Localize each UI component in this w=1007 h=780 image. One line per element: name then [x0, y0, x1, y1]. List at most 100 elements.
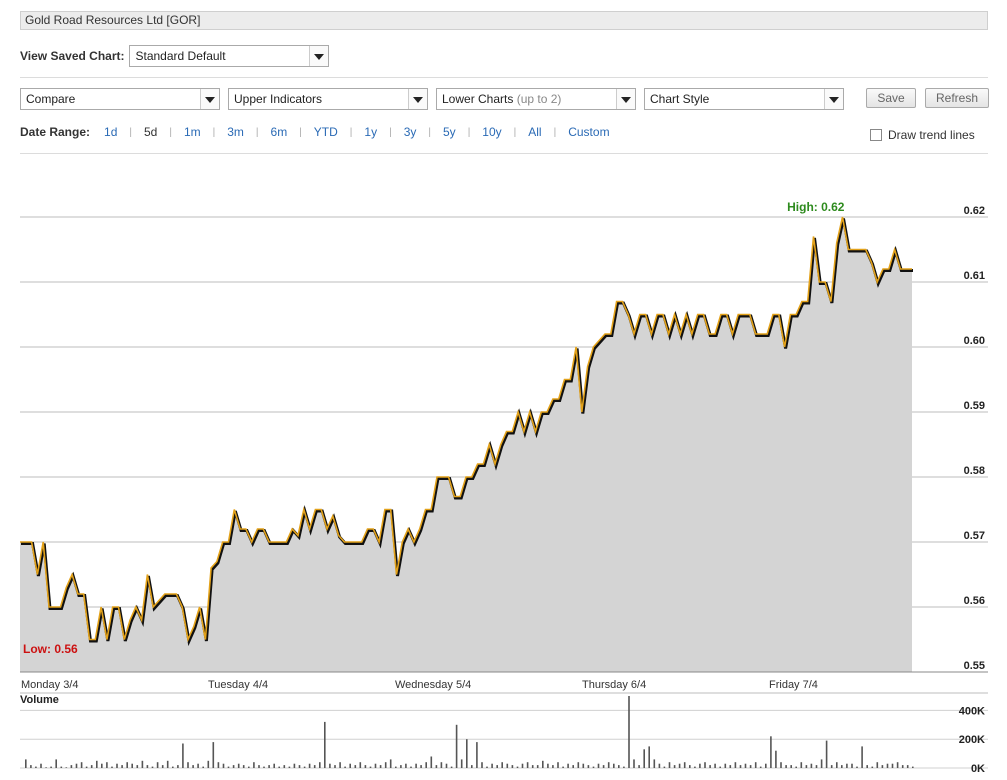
price-chart[interactable]: 0.62 0.61 0.60 0.59 0.58 0.57 0.56 0.55 Monday 3…: [0, 160, 1000, 780]
day-label: Wednesday 5/4: [395, 679, 471, 691]
volume-bar: [562, 766, 564, 768]
range-separator: |: [553, 126, 557, 138]
lower-charts-hint: (up to 2): [516, 92, 562, 106]
volume-bar: [785, 765, 787, 768]
instrument-title: Gold Road Resources Ltd [GOR]: [20, 11, 988, 30]
volume-bar: [749, 765, 752, 768]
range-option-all[interactable]: All: [528, 125, 541, 139]
volume-bar: [440, 762, 443, 768]
volume-bar: [866, 765, 868, 768]
volume-bar: [106, 762, 108, 768]
volume-bar: [364, 765, 367, 768]
range-separator: |: [299, 126, 302, 138]
volume-bar: [460, 759, 463, 768]
volume-bar: [379, 765, 382, 768]
volume-bar: [40, 763, 42, 768]
volume-bar: [602, 765, 605, 768]
volume-bar: [35, 766, 37, 768]
volume-bar: [648, 746, 650, 768]
save-button[interactable]: Save: [866, 88, 916, 108]
volume-bar: [714, 763, 716, 768]
volume-bar: [207, 760, 210, 768]
volume-bar: [846, 763, 848, 768]
volume-bar: [374, 763, 377, 768]
volume-bar: [455, 724, 458, 768]
volume-bar: [217, 762, 220, 768]
volume-bar: [161, 765, 164, 768]
volume-bar: [425, 762, 427, 768]
volume-bar: [810, 763, 813, 768]
volume-bar: [729, 765, 732, 768]
volume-bar: [329, 763, 331, 768]
range-option-10y[interactable]: 10y: [482, 125, 501, 139]
volume-bar: [248, 766, 250, 768]
range-option-5d[interactable]: 5d: [144, 125, 157, 139]
volume-bar: [96, 760, 98, 768]
volume-bar: [587, 765, 590, 768]
volume-bar: [415, 763, 417, 768]
volume-bar: [400, 765, 402, 768]
volume-bar: [471, 765, 473, 768]
volume-bar: [886, 763, 889, 768]
volume-bar: [597, 763, 600, 768]
volume-bar: [232, 765, 235, 768]
volume-bar: [765, 763, 767, 768]
refresh-button[interactable]: Refresh: [925, 88, 989, 108]
saved-chart-select[interactable]: Standard Default: [129, 45, 330, 67]
volume-bar: [724, 763, 727, 768]
range-option-5y[interactable]: 5y: [443, 125, 456, 139]
volume-bar: [177, 765, 179, 768]
range-option-3m[interactable]: 3m: [227, 125, 244, 139]
volume-bar: [466, 739, 468, 768]
volume-bar: [25, 759, 27, 768]
volume-bar: [339, 762, 341, 768]
volume-bar: [476, 742, 478, 768]
volume-tick-label: 200K: [959, 734, 985, 746]
y-tick-label: 0.59: [964, 400, 985, 412]
upper-indicators-label: Upper Indicators: [234, 92, 323, 106]
volume-bar: [395, 766, 397, 768]
volume-bar: [542, 760, 544, 768]
range-option-custom[interactable]: Custom: [568, 125, 609, 139]
volume-bar: [628, 696, 630, 768]
volume-bar: [633, 759, 635, 768]
volume-bar: [663, 766, 666, 768]
range-option-1d[interactable]: 1d: [104, 125, 117, 139]
volume-bar: [313, 765, 316, 768]
volume-bar: [856, 766, 858, 768]
volume-bar: [613, 763, 615, 768]
range-option-3y[interactable]: 3y: [404, 125, 417, 139]
volume-bar: [445, 763, 448, 768]
volume-bar: [678, 763, 681, 768]
volume-bar: [70, 765, 73, 768]
range-option-1y[interactable]: 1y: [364, 125, 377, 139]
lower-charts-select[interactable]: Lower Charts (up to 2): [436, 88, 636, 110]
volume-bar: [491, 763, 493, 768]
trend-lines-label: Draw trend lines: [888, 128, 975, 142]
compare-select[interactable]: Compare: [20, 88, 220, 110]
volume-bar: [836, 762, 838, 768]
range-option-ytd[interactable]: YTD: [314, 125, 338, 139]
volume-bar: [790, 765, 792, 768]
volume-bar: [805, 765, 808, 768]
trend-lines-toggle[interactable]: Draw trend lines: [870, 128, 975, 142]
chart-style-select[interactable]: Chart Style: [644, 88, 844, 110]
volume-bar: [552, 765, 554, 768]
volume-bar: [906, 765, 909, 768]
volume-bar: [668, 762, 671, 768]
volume-bar: [592, 766, 595, 768]
volume-bar: [384, 762, 387, 768]
volume-bar: [800, 762, 803, 768]
lower-charts-label: Lower Charts: [442, 92, 514, 106]
upper-indicators-select[interactable]: Upper Indicators: [228, 88, 428, 110]
volume-bar: [268, 765, 270, 768]
day-label: Monday 3/4: [21, 679, 78, 691]
range-option-1m[interactable]: 1m: [184, 125, 201, 139]
volume-bar: [830, 765, 833, 768]
saved-chart-label: View Saved Chart:: [20, 49, 125, 63]
compare-label: Compare: [26, 92, 76, 106]
volume-bar: [841, 765, 843, 768]
trend-lines-checkbox[interactable]: [870, 129, 882, 141]
volume-bar: [410, 766, 412, 768]
range-option-6m[interactable]: 6m: [271, 125, 288, 139]
